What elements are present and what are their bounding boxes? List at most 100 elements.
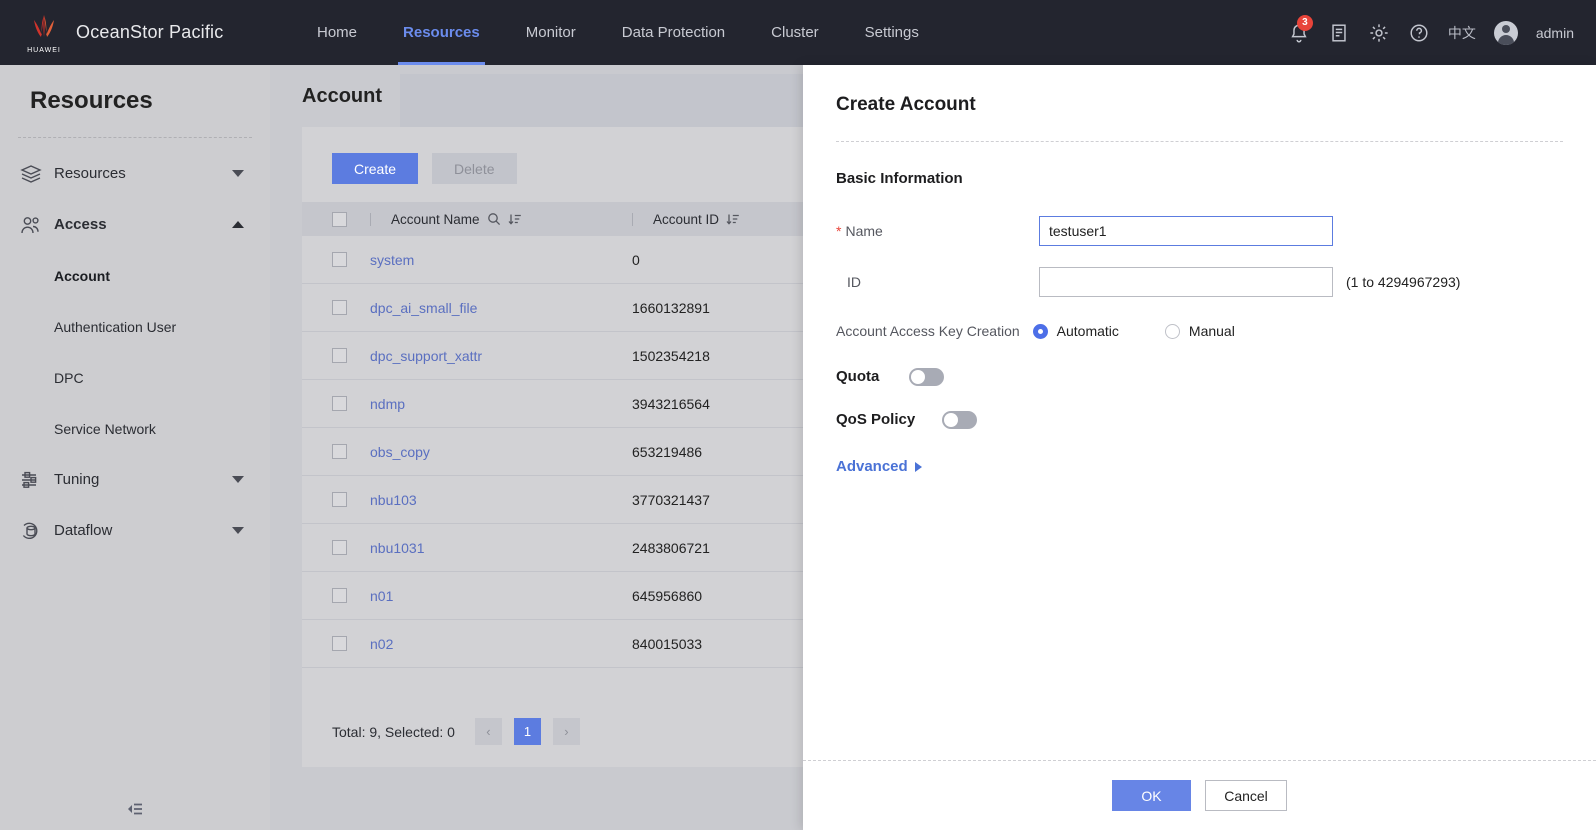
account-id-value: 1502354218 [632, 348, 710, 364]
sort-icon[interactable] [508, 212, 522, 226]
sidebar-group-tuning[interactable]: Tuning [0, 454, 270, 505]
account-name-link[interactable]: obs_copy [370, 444, 430, 460]
account-name-link[interactable]: nbu103 [370, 492, 417, 508]
required-marker: * [836, 223, 841, 239]
chevron-down-icon[interactable] [232, 527, 244, 534]
chevron-down-icon[interactable] [232, 476, 244, 483]
chevron-right-icon [915, 462, 922, 472]
account-name-link[interactable]: nbu1031 [370, 540, 425, 556]
row-checkbox[interactable] [332, 348, 347, 363]
account-id-value: 2483806721 [632, 540, 710, 556]
column-header-label: Account ID [653, 212, 719, 227]
row-select-cell [332, 588, 370, 603]
radio-dot-icon [1033, 324, 1048, 339]
id-label-text: ID [847, 274, 861, 290]
account-name-link[interactable]: n01 [370, 588, 393, 604]
username-label[interactable]: admin [1536, 25, 1574, 41]
column-divider [370, 213, 371, 226]
qos-policy-label: QoS Policy [836, 411, 942, 428]
create-account-dialog: Create Account Basic Information * Name … [803, 65, 1596, 830]
row-checkbox[interactable] [332, 636, 347, 651]
ok-button[interactable]: OK [1112, 780, 1191, 811]
name-input[interactable] [1039, 216, 1333, 246]
form-row-id: ID (1 to 4294967293) [836, 256, 1563, 307]
quota-toggle[interactable] [909, 368, 944, 386]
name-label-text: Name [845, 223, 882, 239]
bell-icon[interactable]: 3 [1288, 22, 1310, 44]
name-label: * Name [836, 223, 1039, 239]
sidebar-item-service-network[interactable]: Service Network [0, 403, 270, 454]
prev-page-button[interactable]: ‹ [475, 718, 502, 745]
account-id-value: 653219486 [632, 444, 702, 460]
account-id-value: 645956860 [632, 588, 702, 604]
account-name-link[interactable]: dpc_ai_small_file [370, 300, 477, 316]
account-name-link[interactable]: n02 [370, 636, 393, 652]
nav-item-monitor[interactable]: Monitor [503, 0, 599, 65]
select-all-checkbox[interactable] [332, 212, 347, 227]
qos-policy-toggle[interactable] [942, 411, 977, 429]
sidebar-group-access[interactable]: Access [0, 199, 270, 250]
row-name-cell: n01 [370, 588, 632, 604]
nav-item-home[interactable]: Home [294, 0, 380, 65]
search-icon[interactable] [487, 212, 501, 226]
row-checkbox[interactable] [332, 300, 347, 315]
nav-item-settings[interactable]: Settings [842, 0, 942, 65]
sidebar-item-authentication-user[interactable]: Authentication User [0, 301, 270, 352]
account-name-link[interactable]: dpc_support_xattr [370, 348, 482, 364]
radio-automatic[interactable]: Automatic [1033, 323, 1119, 339]
id-range-hint: (1 to 4294967293) [1346, 274, 1460, 290]
nav-item-resources[interactable]: Resources [380, 0, 503, 65]
language-switcher[interactable]: 中文 [1448, 23, 1476, 43]
row-checkbox[interactable] [332, 252, 347, 267]
avatar[interactable] [1494, 21, 1518, 45]
row-checkbox[interactable] [332, 588, 347, 603]
cancel-button[interactable]: Cancel [1205, 780, 1287, 811]
dialog-title: Create Account [803, 65, 1596, 116]
table-toolbar: Create Delete [332, 153, 517, 184]
advanced-expander[interactable]: Advanced [836, 458, 1563, 475]
sidebar-item-account[interactable]: Account [0, 250, 270, 301]
radio-manual[interactable]: Manual [1165, 323, 1235, 339]
access-key-label: Account Access Key Creation [836, 323, 1020, 339]
column-account-name: Account Name [370, 212, 632, 227]
gear-icon[interactable] [1368, 22, 1390, 44]
chevron-down-icon[interactable] [232, 170, 244, 177]
account-name-link[interactable]: ndmp [370, 396, 405, 412]
row-name-cell: system [370, 252, 632, 268]
row-checkbox[interactable] [332, 396, 347, 411]
sidebar-group-resources[interactable]: Resources [0, 148, 270, 199]
brand-area: HUAWEI OceanStor Pacific [0, 12, 250, 54]
nav-item-data-protection[interactable]: Data Protection [599, 0, 748, 65]
row-select-cell [332, 300, 370, 315]
document-icon[interactable] [1328, 22, 1350, 44]
collapse-sidebar-icon[interactable] [122, 800, 144, 818]
row-select-cell [332, 396, 370, 411]
chevron-up-icon[interactable] [232, 221, 244, 228]
next-page-button[interactable]: › [553, 718, 580, 745]
row-select-cell [332, 636, 370, 651]
users-icon [18, 214, 44, 236]
row-checkbox[interactable] [332, 540, 347, 555]
huawei-fan-graphic [29, 14, 59, 38]
nav-item-cluster[interactable]: Cluster [748, 0, 842, 65]
sidebar-group-label: Dataflow [54, 522, 112, 539]
form-row-name: * Name [836, 205, 1563, 256]
row-checkbox[interactable] [332, 444, 347, 459]
row-name-cell: n02 [370, 636, 632, 652]
page-number-button[interactable]: 1 [514, 718, 541, 745]
row-select-cell [332, 492, 370, 507]
top-header-bar: HUAWEI OceanStor Pacific Home Resources … [0, 0, 1596, 65]
help-icon[interactable] [1408, 22, 1430, 44]
sidebar-group-dataflow[interactable]: Dataflow [0, 505, 270, 556]
account-name-link[interactable]: system [370, 252, 414, 268]
form-row-quota: Quota [836, 355, 1563, 398]
create-button[interactable]: Create [332, 153, 418, 184]
account-id-value: 3943216564 [632, 396, 710, 412]
row-checkbox[interactable] [332, 492, 347, 507]
sidebar-item-dpc[interactable]: DPC [0, 352, 270, 403]
id-input[interactable] [1039, 267, 1333, 297]
huawei-wordmark: HUAWEI [24, 47, 64, 54]
sort-icon[interactable] [726, 212, 740, 226]
sidebar-title: Resources [0, 65, 270, 115]
toggle-knob [911, 370, 925, 384]
